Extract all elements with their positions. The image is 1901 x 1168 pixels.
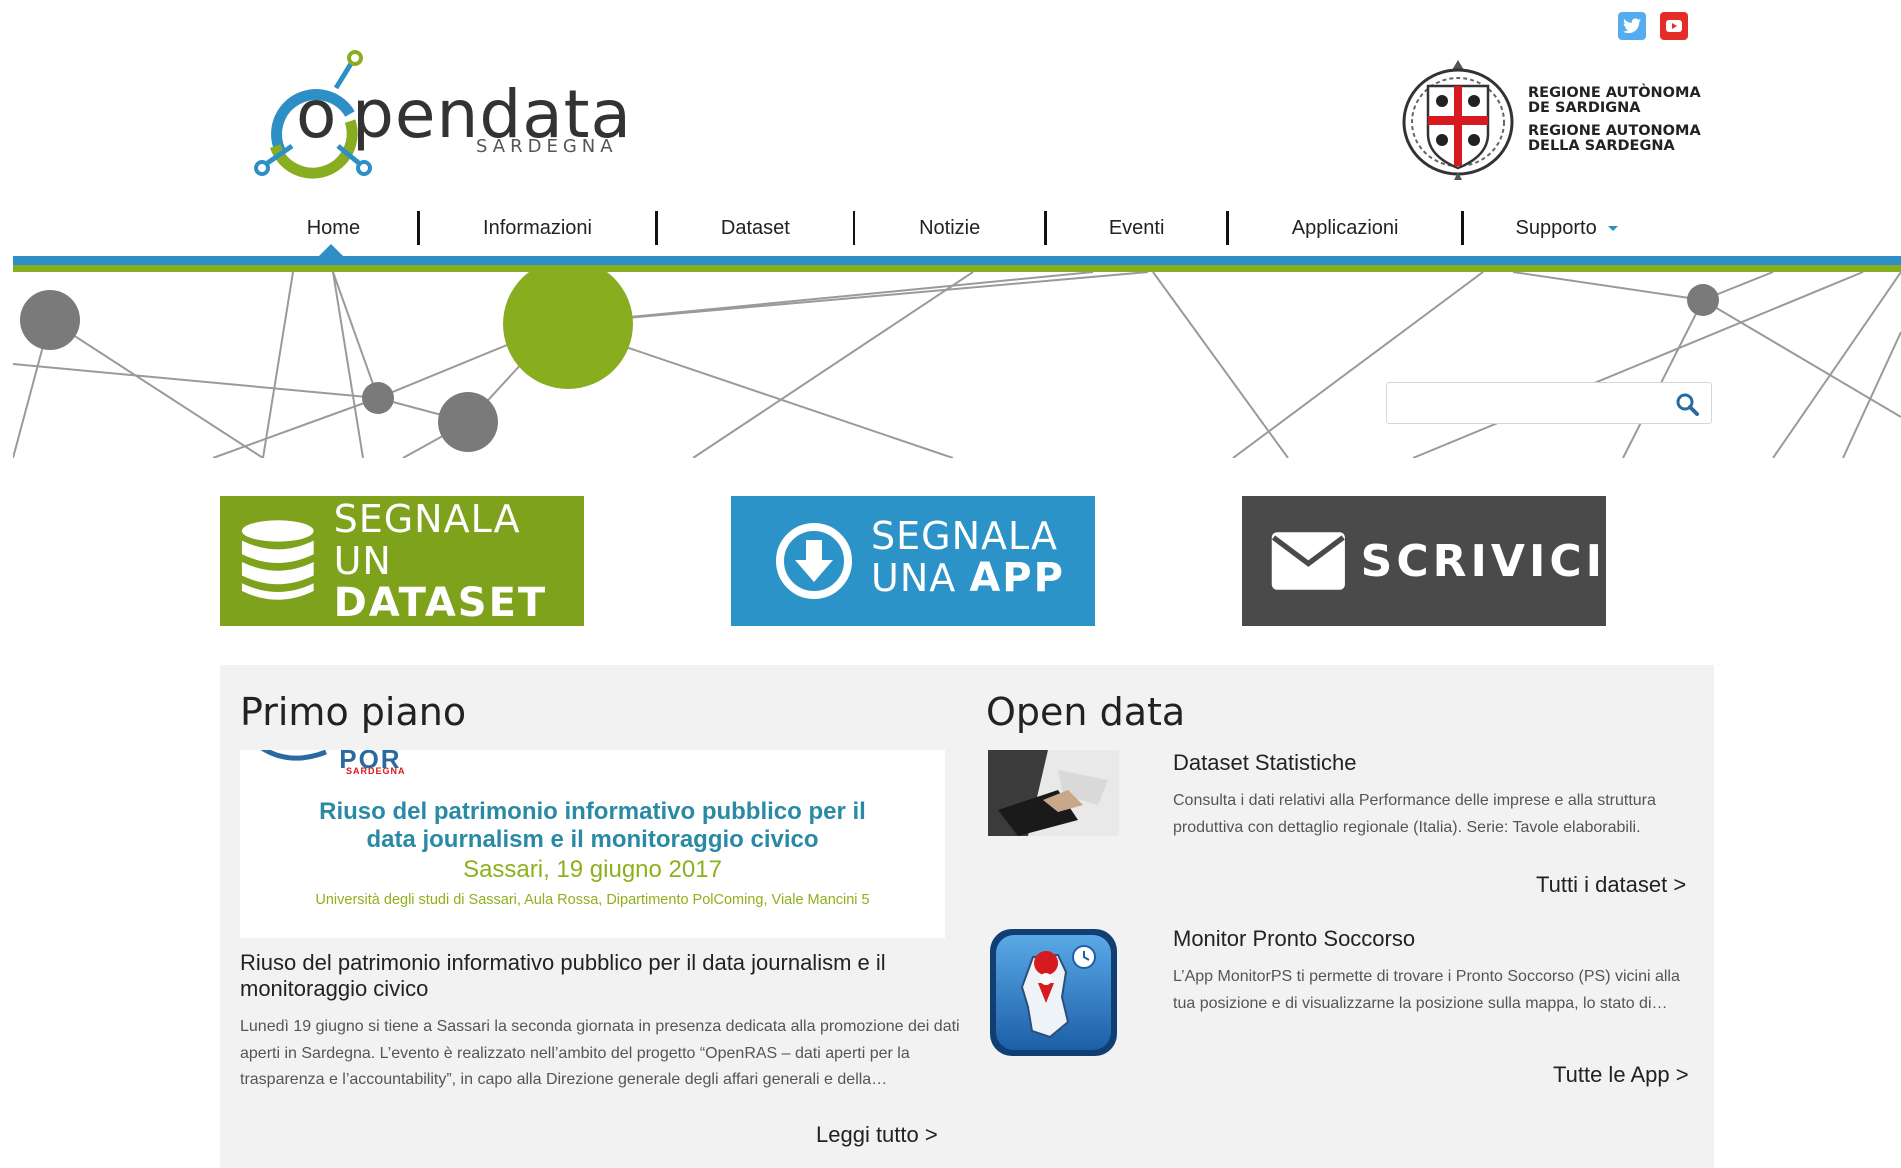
nav-applicazioni[interactable]: Applicazioni xyxy=(1229,217,1461,240)
nav-notizie[interactable]: Notizie xyxy=(855,217,1043,240)
nav-supporto[interactable]: Supporto xyxy=(1464,217,1670,240)
social-links xyxy=(1618,12,1688,40)
hero-network-graphic xyxy=(13,272,1901,458)
region-crest-icon xyxy=(1402,60,1514,180)
scrivici-button[interactable]: SCRIVICI xyxy=(1242,496,1606,626)
twitter-icon[interactable] xyxy=(1618,12,1646,40)
region-logo[interactable]: REGIONE AUTÒNOMA DE SARDIGNA REGIONE AUT… xyxy=(1402,56,1702,186)
region-line-4: DELLA SARDEGNA xyxy=(1528,138,1675,154)
logo-subtitle: SARDEGNA xyxy=(476,136,618,157)
region-text: REGIONE AUTÒNOMA DE SARDIGNA REGIONE AUT… xyxy=(1528,86,1701,154)
dataset-statistiche-body: Consulta i dati relativi alla Performanc… xyxy=(1173,792,1656,836)
featured-article-body: Lunedì 19 giugno si tiene a Sassari la s… xyxy=(240,1018,960,1088)
header-stripe-green xyxy=(13,265,1901,272)
segnala-app-line2a: UNA xyxy=(871,556,970,600)
monitor-ps-title[interactable]: Monitor Pronto Soccorso xyxy=(1173,926,1415,952)
region-line-2: DE SARDIGNA xyxy=(1528,100,1641,116)
dataset-statistiche-image[interactable] xyxy=(988,750,1119,836)
primo-piano-heading: Primo piano xyxy=(240,690,467,734)
all-datasets-link[interactable]: Tutti i dataset > xyxy=(1536,872,1686,898)
segnala-dataset-line2: DATASET xyxy=(333,580,548,626)
nav-informazioni[interactable]: Informazioni xyxy=(420,217,656,240)
monitor-ps-app-icon[interactable] xyxy=(988,927,1119,1058)
database-icon xyxy=(241,520,314,600)
search-icon[interactable] xyxy=(1675,392,1699,421)
segnala-dataset-button[interactable]: SEGNALA UN DATASET xyxy=(220,496,584,626)
download-circle-icon xyxy=(776,523,852,599)
caret-down-icon xyxy=(1608,225,1619,231)
search-input[interactable] xyxy=(1397,383,1671,423)
open-data-heading: Open data xyxy=(986,690,1186,734)
youtube-icon[interactable] xyxy=(1660,12,1688,40)
image-place: Università degli studi di Sassari, Aula … xyxy=(315,892,870,908)
segnala-app-text: SEGNALA UNA APP xyxy=(871,515,1065,607)
segnala-app-line2b: APP xyxy=(969,555,1065,601)
segnala-app-button[interactable]: SEGNALA UNA APP xyxy=(731,496,1095,626)
read-more-link[interactable]: Leggi tutto > xyxy=(816,1122,938,1148)
monitor-ps-body: L’App MonitorPS ti permette di trovare i… xyxy=(1173,968,1680,1012)
image-title: Riuso del patrimonio informativo pubblic… xyxy=(319,798,866,853)
dataset-statistiche-title[interactable]: Dataset Statistiche xyxy=(1173,750,1356,776)
segnala-dataset-text: SEGNALA UN DATASET xyxy=(334,498,584,624)
opendata-logo[interactable]: o pendata SARDEGNA xyxy=(252,50,631,185)
por-logo: POR SARDEGNA xyxy=(260,750,405,776)
segnala-dataset-line1: SEGNALA UN xyxy=(333,497,521,583)
featured-article-title[interactable]: Riuso del patrimonio informativo pubblic… xyxy=(240,950,960,1002)
image-date: Sassari, 19 giugno 2017 xyxy=(463,856,722,883)
envelope-icon xyxy=(1271,532,1345,590)
por-logo-sub: SARDEGNA xyxy=(346,766,406,776)
featured-article-image[interactable]: POR SARDEGNA Riuso del patrimonio inform… xyxy=(240,750,945,938)
all-apps-link[interactable]: Tutte le App > xyxy=(1553,1062,1689,1088)
nav-home[interactable]: Home xyxy=(250,217,417,240)
main-nav: Home Informazioni Dataset Notizie Eventi… xyxy=(250,208,1670,248)
nav-dataset[interactable]: Dataset xyxy=(658,217,852,240)
region-line-3: REGIONE AUTONOMA xyxy=(1528,123,1701,139)
nav-eventi[interactable]: Eventi xyxy=(1047,217,1227,240)
segnala-app-line1: SEGNALA xyxy=(871,514,1059,558)
logo-letter: o xyxy=(296,76,337,153)
nav-supporto-label: Supporto xyxy=(1515,216,1597,239)
scrivici-label: SCRIVICI xyxy=(1360,535,1606,587)
search-box xyxy=(1386,382,1712,424)
header-stripe-blue xyxy=(13,256,1901,265)
region-line-1: REGIONE AUTÒNOMA xyxy=(1528,85,1701,101)
